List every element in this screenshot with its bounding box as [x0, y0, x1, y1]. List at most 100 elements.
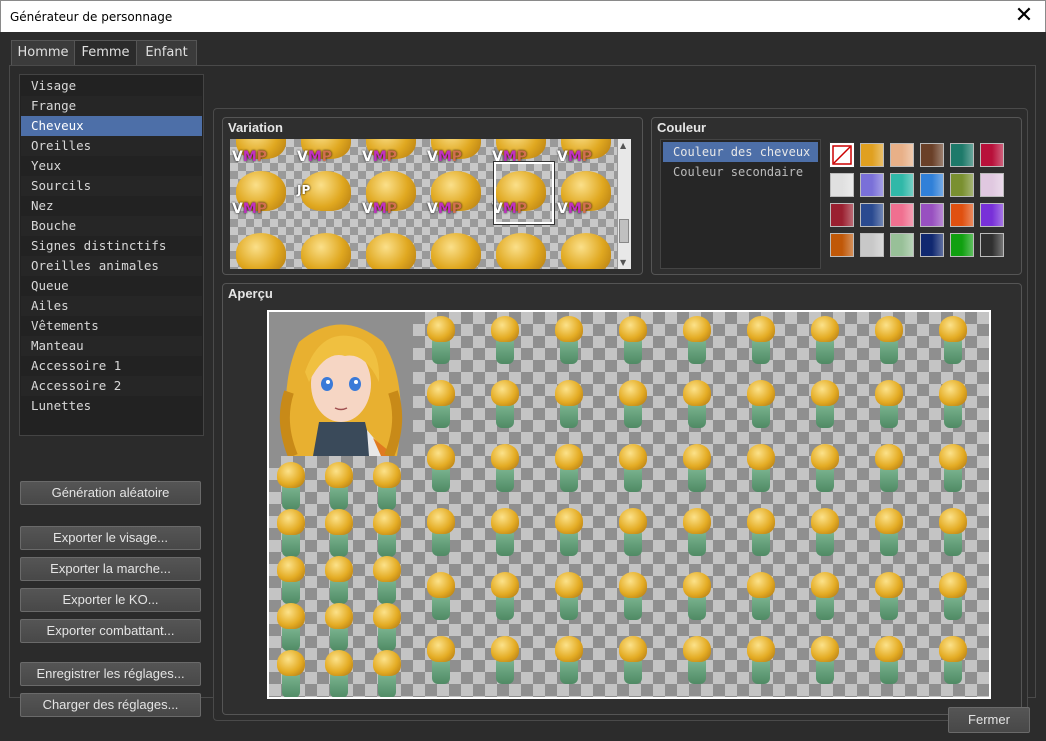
variation-item[interactable]: VMP [425, 163, 487, 225]
sprite-hair [939, 508, 967, 534]
sprite-frame [613, 636, 653, 688]
tab-homme[interactable]: Homme [11, 40, 75, 66]
color-group: Couleur Couleur des cheveux Couleur seco… [651, 117, 1022, 275]
sprite-hair [811, 636, 839, 662]
color-swatch[interactable] [980, 203, 1004, 227]
sprite-frame [741, 508, 781, 560]
color-swatch[interactable] [920, 143, 944, 167]
sprite-hair [811, 444, 839, 470]
sprite-frame [271, 556, 311, 608]
part-item[interactable]: Bouche [21, 216, 202, 236]
part-item[interactable]: Queue [21, 276, 202, 296]
part-item[interactable]: Nez [21, 196, 202, 216]
sprite-hair [325, 556, 353, 582]
tab-enfant[interactable]: Enfant [136, 40, 197, 66]
part-item[interactable]: Accessoire 1 [21, 356, 202, 376]
color-swatch[interactable] [890, 173, 914, 197]
sprite-frame [933, 572, 973, 624]
variation-item[interactable] [230, 225, 292, 269]
close-icon[interactable]: ✕ [1011, 3, 1037, 29]
variation-item[interactable]: VMP [555, 163, 617, 225]
color-swatch[interactable] [980, 143, 1004, 167]
part-item[interactable]: Manteau [21, 336, 202, 356]
part-item[interactable]: Accessoire 2 [21, 376, 202, 396]
sprite-hair [811, 380, 839, 406]
variation-item[interactable]: JP [295, 163, 357, 225]
color-swatch[interactable] [860, 233, 884, 257]
export-ko-button[interactable]: Exporter le KO... [20, 588, 201, 612]
no-color-icon[interactable] [829, 142, 855, 168]
color-swatch[interactable] [890, 143, 914, 167]
color-swatch[interactable] [860, 203, 884, 227]
random-generation-button[interactable]: Génération aléatoire [20, 481, 201, 505]
sprite-hair [427, 572, 455, 598]
color-swatch[interactable] [890, 233, 914, 257]
part-item[interactable]: Lunettes [21, 396, 202, 416]
part-item[interactable]: Visage [21, 76, 202, 96]
color-target-list[interactable]: Couleur des cheveux Couleur secondaire [660, 139, 821, 269]
part-item[interactable]: Frange [21, 96, 202, 116]
variation-item[interactable] [425, 225, 487, 269]
sprite-hair [747, 316, 775, 342]
variation-tag: VMP [557, 201, 593, 217]
color-item-hair[interactable]: Couleur des cheveux [663, 142, 818, 162]
variation-tag: VMP [427, 201, 463, 217]
variation-item[interactable]: VMP [360, 163, 422, 225]
color-swatch[interactable] [950, 203, 974, 227]
color-swatch[interactable] [830, 233, 854, 257]
sprite-hair [747, 636, 775, 662]
sprite-frame [869, 380, 909, 432]
sprite-hair [683, 380, 711, 406]
color-swatch[interactable] [860, 143, 884, 167]
variation-item[interactable] [555, 225, 617, 269]
color-swatch[interactable] [950, 143, 974, 167]
variation-grid[interactable]: VMP VMP VMP VMP VMP VMP VMP JP VMP VMP VMP VMP [230, 139, 617, 269]
variation-scrollbar[interactable]: ▲ ▼ [617, 139, 631, 269]
load-settings-button[interactable]: Charger des réglages... [20, 693, 201, 717]
color-swatch[interactable] [860, 173, 884, 197]
color-swatch[interactable] [980, 173, 1004, 197]
color-item-secondary[interactable]: Couleur secondaire [663, 162, 818, 182]
sprite-hair [619, 380, 647, 406]
part-item[interactable]: Oreilles [21, 136, 202, 156]
export-walk-button[interactable]: Exporter la marche... [20, 557, 201, 581]
title-bar: Générateur de personnage ✕ [0, 0, 1046, 32]
part-item[interactable]: Ailes [21, 296, 202, 316]
color-swatch[interactable] [950, 233, 974, 257]
sprite-hair [747, 508, 775, 534]
part-list[interactable]: Visage Frange Cheveux Oreilles Yeux Sourcils N… [19, 74, 204, 436]
export-battler-button[interactable]: Exporter combattant... [20, 619, 201, 643]
sprite-frame [549, 636, 589, 688]
color-swatch[interactable] [920, 233, 944, 257]
scroll-down-icon[interactable]: ▼ [620, 258, 626, 267]
color-swatch[interactable] [920, 203, 944, 227]
color-swatch[interactable] [830, 173, 854, 197]
color-swatch[interactable] [890, 203, 914, 227]
part-item[interactable]: Cheveux [21, 116, 202, 136]
close-button[interactable]: Fermer [948, 707, 1030, 733]
color-swatch[interactable] [920, 173, 944, 197]
sprite-hair [373, 650, 401, 676]
save-settings-button[interactable]: Enregistrer les réglages... [20, 662, 201, 686]
part-item[interactable]: Signes distinctifs [21, 236, 202, 256]
export-face-button[interactable]: Exporter le visage... [20, 526, 201, 550]
sprite-frame [613, 444, 653, 496]
sprite-frame [805, 508, 845, 560]
variation-item[interactable]: VMP [230, 163, 292, 225]
variation-item[interactable] [490, 225, 552, 269]
color-swatch[interactable] [980, 233, 1004, 257]
part-item[interactable]: Sourcils [21, 176, 202, 196]
color-swatch[interactable] [950, 173, 974, 197]
tab-femme[interactable]: Femme [74, 40, 137, 66]
part-item[interactable]: Yeux [21, 156, 202, 176]
variation-item[interactable] [360, 225, 422, 269]
color-swatch[interactable] [830, 203, 854, 227]
part-item[interactable]: Oreilles animales [21, 256, 202, 276]
sprite-frame [805, 636, 845, 688]
variation-item[interactable] [295, 225, 357, 269]
color-title: Couleur [657, 120, 707, 135]
sprite-frame [367, 650, 407, 697]
part-item[interactable]: Vêtements [21, 316, 202, 336]
scroll-up-icon[interactable]: ▲ [620, 141, 626, 150]
scroll-thumb[interactable] [619, 219, 629, 243]
